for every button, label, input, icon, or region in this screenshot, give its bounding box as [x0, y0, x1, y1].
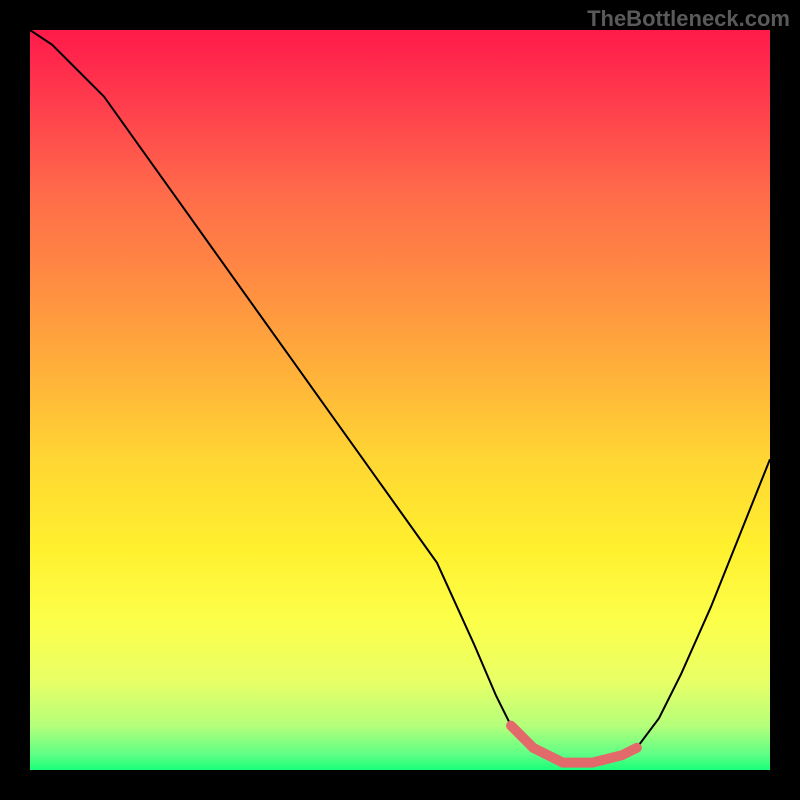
optimal-band-highlight-path — [511, 726, 637, 763]
chart-plot-area — [30, 30, 770, 770]
bottleneck-curve-path — [30, 30, 770, 763]
chart-svg — [30, 30, 770, 770]
watermark-text: TheBottleneck.com — [587, 6, 790, 32]
